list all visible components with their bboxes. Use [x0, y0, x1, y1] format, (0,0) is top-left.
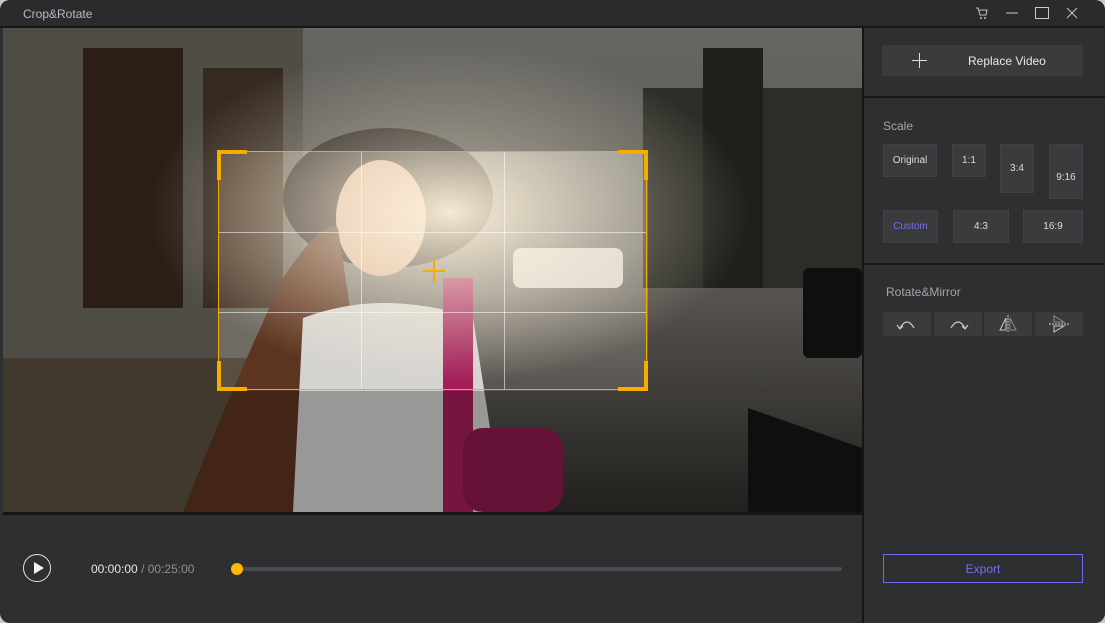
export-button[interactable]: Export [883, 554, 1083, 583]
crop-mask-bottom [3, 391, 862, 512]
section-divider [864, 96, 1105, 98]
crop-mask-left [3, 151, 218, 391]
crop-handle-bottom-right[interactable] [618, 361, 648, 391]
minimize-button[interactable] [1001, 4, 1023, 22]
close-button[interactable] [1061, 4, 1083, 22]
current-time: 00:00:00 [91, 562, 138, 576]
flip-vertical-button[interactable] [1035, 312, 1083, 336]
crop-handle-top-right[interactable] [618, 150, 648, 180]
flip-vertical-icon [1049, 315, 1069, 333]
scale-3-4-button[interactable]: 3:4 [1000, 144, 1034, 193]
replace-video-button[interactable]: Replace Video [882, 45, 1083, 76]
replace-video-label: Replace Video [968, 54, 1046, 68]
crop-box[interactable] [217, 150, 648, 391]
flip-horizontal-button[interactable] [984, 312, 1032, 336]
cart-icon [976, 7, 988, 19]
close-icon [1066, 7, 1078, 19]
grid-line-v1 [361, 152, 362, 389]
crop-center-crosshair-icon[interactable] [423, 260, 445, 282]
crop-rotate-window: Crop&Rotate 00:00:00 / 00:25:00 Replace … [0, 0, 1105, 623]
progress-thumb[interactable] [231, 563, 243, 575]
scale-9-16-button[interactable]: 9:16 [1049, 144, 1083, 199]
scale-4-3-button[interactable]: 4:3 [953, 210, 1009, 243]
crop-handle-top-left[interactable] [217, 150, 247, 180]
time-separator: / [141, 562, 145, 576]
minimize-icon [1006, 12, 1018, 14]
rotate-right-icon [950, 321, 969, 330]
title-bar: Crop&Rotate [0, 0, 1105, 28]
window-title: Crop&Rotate [23, 7, 93, 21]
scale-original-button[interactable]: Original [883, 144, 937, 177]
settings-panel: Replace Video Scale Original 1:1 3:4 9:1… [864, 28, 1105, 623]
time-display: 00:00:00 / 00:25:00 [91, 562, 194, 576]
video-preview[interactable] [3, 28, 862, 512]
rotate-left-button[interactable] [883, 312, 931, 336]
grid-line-v2 [504, 152, 505, 389]
total-duration: 00:25:00 [147, 562, 195, 576]
rotate-right-button[interactable] [934, 312, 982, 336]
rotate-left-icon [896, 321, 915, 330]
section-divider [864, 263, 1105, 265]
crop-mask-top [3, 28, 862, 151]
scale-label: Scale [883, 119, 914, 133]
grid-line-h2 [219, 312, 646, 313]
maximize-icon [1035, 7, 1049, 19]
grid-line-h1 [219, 232, 646, 233]
maximize-button[interactable] [1031, 4, 1053, 22]
scale-16-9-button[interactable]: 16:9 [1023, 210, 1083, 243]
crop-handle-bottom-left[interactable] [217, 361, 247, 391]
flip-horizontal-icon [999, 315, 1017, 333]
rotate-mirror-label: Rotate&Mirror [886, 285, 961, 299]
progress-slider[interactable] [231, 563, 842, 575]
cart-button[interactable] [971, 4, 993, 22]
playback-bar: 00:00:00 / 00:25:00 [3, 515, 862, 623]
plus-icon [912, 53, 927, 68]
scale-custom-button[interactable]: Custom [883, 210, 938, 243]
play-button[interactable] [23, 554, 51, 582]
scale-1-1-button[interactable]: 1:1 [952, 144, 986, 177]
crop-mask-right [648, 151, 862, 391]
